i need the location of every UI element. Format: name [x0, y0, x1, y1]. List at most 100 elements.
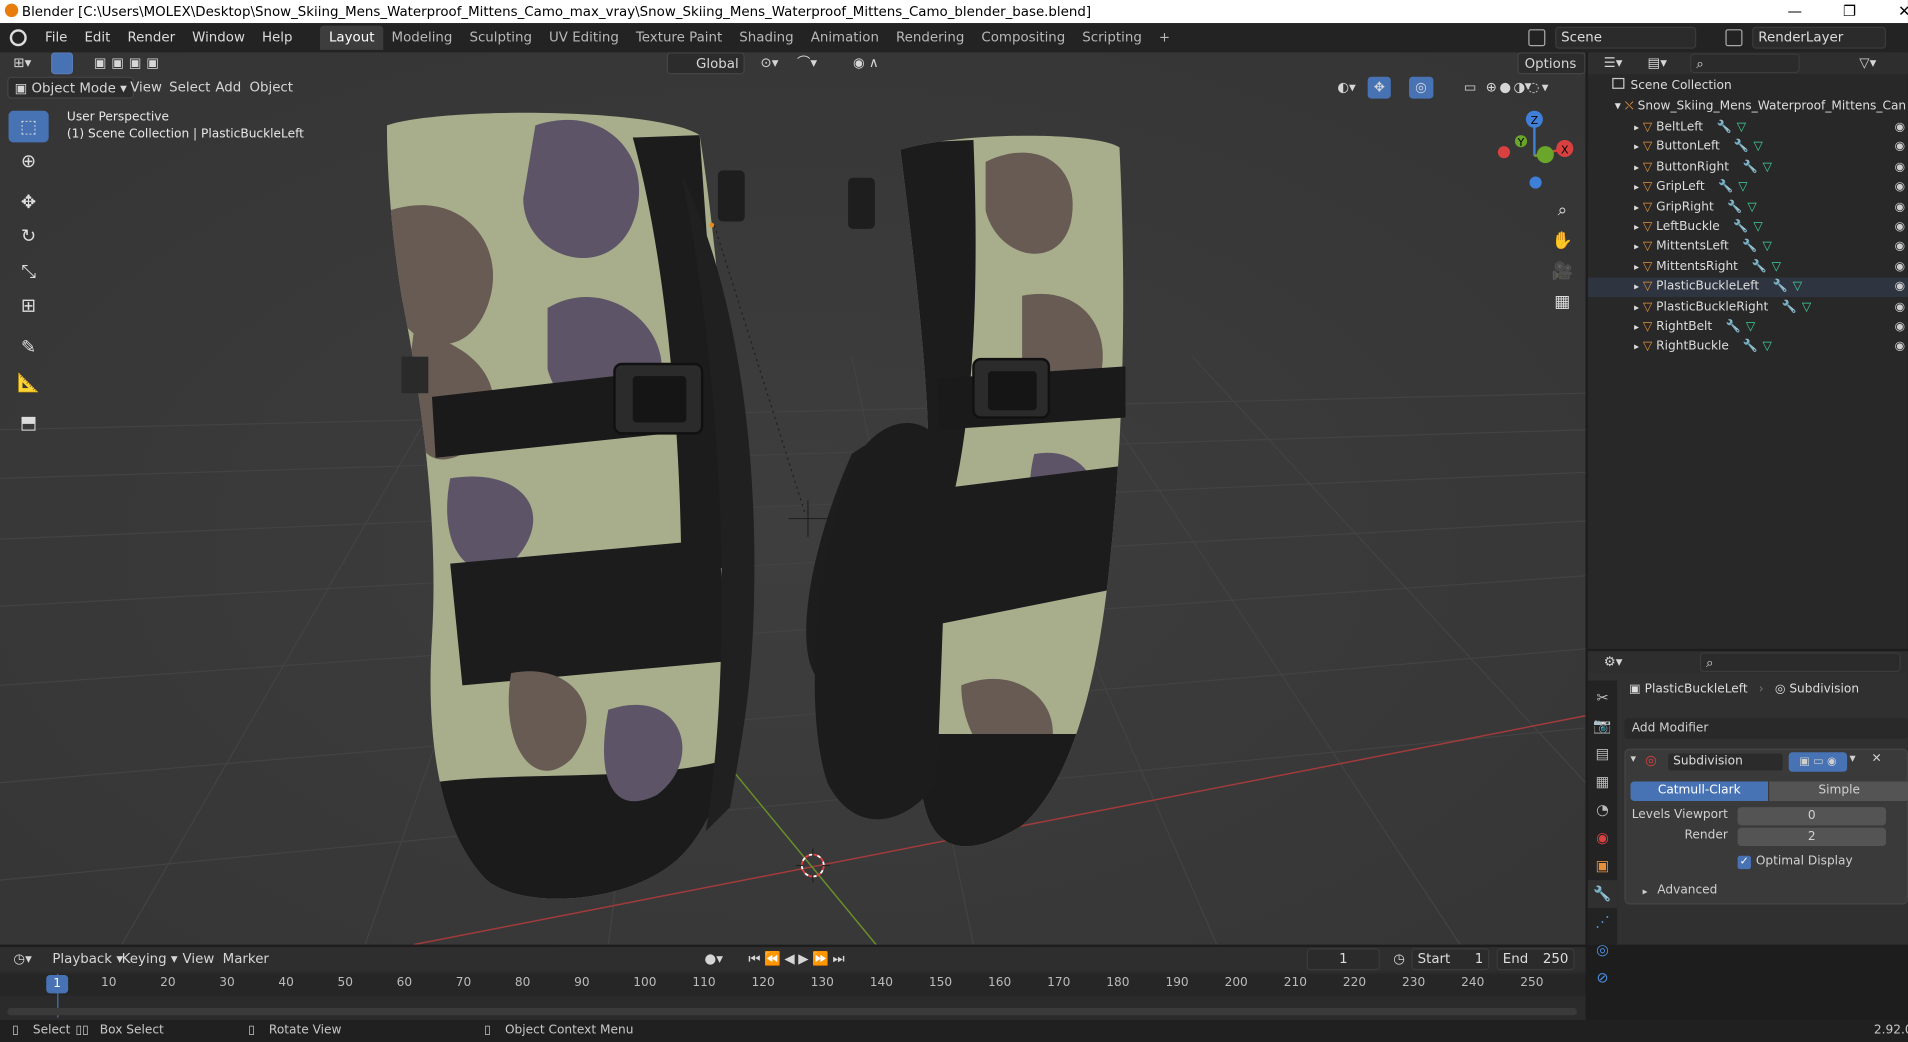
physics-tab-icon[interactable]: ◎ [1588, 936, 1617, 964]
outliner-object-row[interactable]: ▸ ▽ GripLeft 🔧 ▽ ◉ [1588, 178, 1908, 197]
marker-menu[interactable]: Marker [217, 948, 275, 970]
expand-arrow-icon[interactable]: ▸ [1634, 242, 1639, 253]
particles-tab-icon[interactable]: ⋰ [1588, 908, 1617, 936]
transform-tool-icon[interactable]: ⊞ [9, 290, 49, 322]
proportional-edit-icon[interactable]: ◉ ∧ [847, 52, 885, 74]
tab-sculpting[interactable]: Sculpting [461, 26, 541, 50]
expand-arrow-icon[interactable]: ▸ [1634, 321, 1639, 332]
expand-arrow-icon[interactable]: ▸ [1634, 261, 1639, 272]
pivot-point-icon[interactable]: ⊙▾ [754, 52, 784, 74]
scene-field[interactable]: Scene [1555, 26, 1697, 49]
current-frame-field[interactable]: 1 [1306, 948, 1380, 971]
menu-help[interactable]: Help [253, 23, 301, 52]
select-tool-icon[interactable] [51, 52, 74, 75]
outliner-object-row[interactable]: ▸ ▽ PlasticBuckleRight 🔧 ▽ ◉ [1588, 298, 1908, 317]
options-dropdown[interactable]: Options ▾ [1517, 52, 1586, 94]
modifier-visibility-toggles[interactable]: ▣ ▭ ◉ [1788, 752, 1848, 772]
move-tool-icon[interactable]: ✥ [9, 186, 49, 218]
expand-arrow-icon[interactable]: ▾ [1615, 100, 1621, 113]
menu-view[interactable]: View [124, 77, 168, 99]
end-frame-field[interactable]: End 250 [1496, 948, 1575, 971]
remove-modifier-icon[interactable]: ✕ [1871, 752, 1881, 765]
visibility-icon[interactable]: ◐▾ [1331, 77, 1362, 99]
tab-modeling[interactable]: Modeling [383, 26, 461, 50]
minimize-button[interactable]: — [1767, 0, 1823, 23]
3d-viewport[interactable]: Z X Y ⊞▾ ▣▣▣▣ Global ⊙▾ ⌒▾ ◉ ∧ Options ▾… [0, 52, 1586, 945]
outliner-object-row[interactable]: ▸ ▽ ButtonRight 🔧 ▽ ◉ [1588, 158, 1908, 177]
filter-icon[interactable]: ▽▾ [1853, 52, 1882, 74]
select-box-tool-icon[interactable]: ⬚ [8, 110, 49, 143]
visibility-eye-icon[interactable]: ◉ [1895, 318, 1906, 337]
overlay-toggle-icon[interactable]: ◎ [1409, 76, 1433, 99]
add-modifier-dropdown[interactable]: Add Modifier [1624, 718, 1908, 739]
record-icon[interactable]: ●▾ [698, 948, 729, 970]
visibility-eye-icon[interactable]: ◉ [1895, 298, 1906, 317]
outliner-object-row[interactable]: ▸ ▽ ButtonLeft 🔧 ▽ ◉ [1588, 138, 1908, 157]
mode-dropdown[interactable]: ▣ Object Mode ▾ [7, 76, 135, 99]
outliner-object-row[interactable]: ▸ ▽ PlasticBuckleLeft 🔧 ▽ ◉ [1587, 277, 1908, 298]
constraints-tab-icon[interactable]: ⊘ [1588, 964, 1617, 992]
simple-button[interactable]: Simple [1769, 781, 1908, 801]
scene-selector-icon[interactable] [1528, 29, 1546, 47]
view-layer-icon[interactable] [1725, 29, 1743, 47]
catmull-clark-button[interactable]: Catmull-Clark [1630, 781, 1769, 801]
outliner-object-row[interactable]: ▸ ▽ MittentsRight 🔧 ▽ ◉ [1588, 258, 1908, 277]
tab-layout[interactable]: Layout [320, 25, 384, 50]
modifier-tab-icon[interactable]: 🔧 [1587, 880, 1618, 909]
transform-orientation-dropdown[interactable]: Global [666, 52, 745, 75]
visibility-eye-icon[interactable]: ◉ [1895, 278, 1906, 297]
snap-icon[interactable]: ⌒▾ [791, 52, 823, 74]
levels-viewport-field[interactable]: 0 [1737, 807, 1887, 826]
tab-scripting[interactable]: Scripting [1074, 26, 1151, 50]
pan-hand-icon[interactable]: ✋ [1550, 226, 1574, 256]
expand-arrow-icon[interactable]: ▸ [1634, 341, 1639, 352]
visibility-eye-icon[interactable]: ◉ [1895, 118, 1906, 137]
tab-texture-paint[interactable]: Texture Paint [627, 26, 730, 50]
collection-row[interactable]: ▾ ⛌ Snow_Skiing_Mens_Waterproof_Mittens_… [1588, 97, 1908, 116]
ortho-toggle-icon[interactable]: ▦ [1550, 287, 1574, 317]
modifier-menu-icon[interactable]: ▾ [1850, 752, 1856, 765]
playhead-frame-label[interactable]: 1 [46, 975, 69, 994]
maximize-button[interactable]: ❐ [1822, 0, 1878, 23]
visibility-eye-icon[interactable]: ◉ [1895, 158, 1906, 177]
add-workspace-button[interactable]: + [1150, 26, 1178, 50]
menu-render[interactable]: Render [119, 23, 184, 52]
object-tab-icon[interactable]: ▣ [1588, 852, 1617, 880]
editor-type-icon[interactable]: ⊞▾ [7, 52, 37, 74]
visibility-eye-icon[interactable]: ◉ [1895, 198, 1906, 217]
expand-arrow-icon[interactable]: ▸ [1634, 202, 1639, 213]
outliner-object-row[interactable]: ▸ ▽ RightBelt 🔧 ▽ ◉ [1588, 318, 1908, 337]
camera-view-icon[interactable]: 🎥 [1550, 257, 1574, 287]
view-layer-tab-icon[interactable]: ▦ [1588, 768, 1617, 796]
tab-animation[interactable]: Animation [802, 26, 887, 50]
measure-tool-icon[interactable]: 📐 [9, 366, 49, 398]
advanced-subpanel-label[interactable]: Advanced [1657, 884, 1717, 897]
optimal-display-checkbox[interactable]: ✓ [1737, 855, 1751, 870]
render-tab-icon[interactable]: 📷 [1588, 712, 1617, 740]
keying-menu[interactable]: Keying ▾ [116, 948, 184, 970]
start-frame-field[interactable]: Start 1 [1411, 948, 1490, 971]
menu-window[interactable]: Window [184, 23, 254, 52]
gizmo-toggle-icon[interactable]: ✥ [1367, 76, 1392, 99]
menu-object[interactable]: Object [243, 77, 299, 99]
advanced-arrow-icon[interactable]: ▸ [1643, 886, 1648, 897]
expand-arrow-icon[interactable]: ▸ [1634, 281, 1639, 292]
shading-mode-icons[interactable]: ⊕●◑◌▾ [1480, 77, 1557, 99]
visibility-eye-icon[interactable]: ◉ [1895, 338, 1906, 357]
preview-range-icon[interactable]: ◷ [1387, 948, 1411, 970]
add-cube-tool-icon[interactable]: ⬒ [9, 407, 49, 439]
tab-rendering[interactable]: Rendering [887, 26, 972, 50]
expand-arrow-icon[interactable]: ▸ [1634, 301, 1639, 312]
properties-editor-type-icon[interactable]: ⚙▾ [1598, 651, 1629, 673]
frame-ruler[interactable]: 10 20 30 40 50 60 70 80 90 100 110 120 130 140 150 160 1… [0, 973, 1586, 996]
expand-arrow-icon[interactable]: ▸ [1634, 122, 1639, 133]
world-tab-icon[interactable]: ◉ [1588, 824, 1617, 852]
playback-controls[interactable]: ⏮⏪◀▶⏩⏭ [742, 948, 854, 970]
tool-tab-icon[interactable]: ✂ [1588, 684, 1617, 712]
expand-arrow-icon[interactable]: ▸ [1634, 182, 1639, 193]
tab-uv-editing[interactable]: UV Editing [540, 26, 627, 50]
visibility-eye-icon[interactable]: ◉ [1895, 238, 1906, 257]
outliner-object-row[interactable]: ▸ ▽ LeftBuckle 🔧 ▽ ◉ [1588, 218, 1908, 237]
rotate-tool-icon[interactable]: ↻ [9, 220, 49, 252]
visibility-eye-icon[interactable]: ◉ [1895, 218, 1906, 237]
